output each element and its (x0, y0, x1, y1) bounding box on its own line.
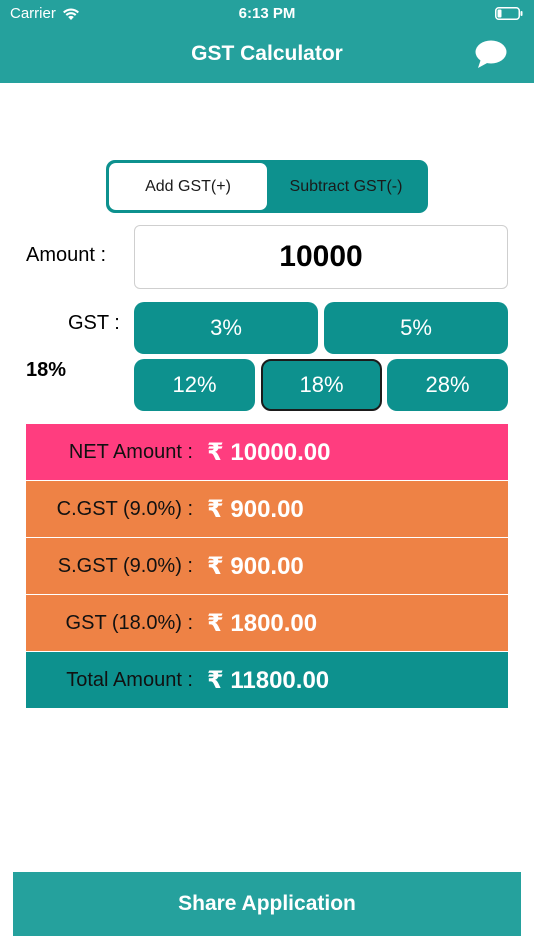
sgst-value: ₹ 900.00 (207, 552, 304, 580)
net-amount-label: NET Amount : (68, 440, 193, 463)
net-amount-value: ₹ 10000.00 (207, 438, 331, 466)
rate-button-28[interactable]: 28% (387, 359, 508, 411)
sgst-row: S.GST (9.0%) : ₹ 900.00 (26, 538, 508, 594)
share-application-button[interactable]: Share Application (13, 872, 521, 936)
amount-label: Amount : (26, 244, 107, 266)
top-bar: Carrier 6:13 PM GST Calculator (0, 0, 534, 83)
status-time: 6:13 PM (238, 5, 296, 22)
rate-button-3[interactable]: 3% (134, 302, 318, 354)
add-gst-button[interactable]: Add GST(+) (109, 163, 267, 210)
chat-bubble-icon[interactable] (474, 39, 508, 69)
total-amount-row: Total Amount : ₹ 11800.00 (26, 652, 508, 708)
gst-total-row: GST (18.0%) : ₹ 1800.00 (26, 595, 508, 651)
rate-button-5[interactable]: 5% (324, 302, 508, 354)
cgst-row: C.GST (9.0%) : ₹ 900.00 (26, 481, 508, 537)
cgst-value: ₹ 900.00 (207, 495, 304, 523)
cgst-label: C.GST (9.0%) : (56, 497, 193, 520)
gst-total-value: ₹ 1800.00 (207, 609, 318, 637)
battery-icon (495, 7, 523, 20)
rate-button-18[interactable]: 18% (261, 359, 382, 411)
total-amount-value: ₹ 11800.00 (207, 666, 330, 694)
subtract-gst-button[interactable]: Subtract GST(-) (267, 163, 425, 210)
net-amount-row: NET Amount : ₹ 10000.00 (26, 424, 508, 480)
gst-total-label: GST (18.0%) : (65, 611, 193, 634)
rate-button-12[interactable]: 12% (134, 359, 255, 411)
total-amount-label: Total Amount : (66, 668, 193, 691)
sgst-label: S.GST (9.0%) : (57, 554, 193, 577)
selected-rate-display: 18% (26, 359, 67, 381)
amount-input[interactable] (134, 225, 508, 289)
gst-label: GST : (68, 312, 120, 334)
gst-mode-toggle: Add GST(+) Subtract GST(-) (106, 160, 428, 213)
page-title: GST Calculator (191, 42, 343, 65)
